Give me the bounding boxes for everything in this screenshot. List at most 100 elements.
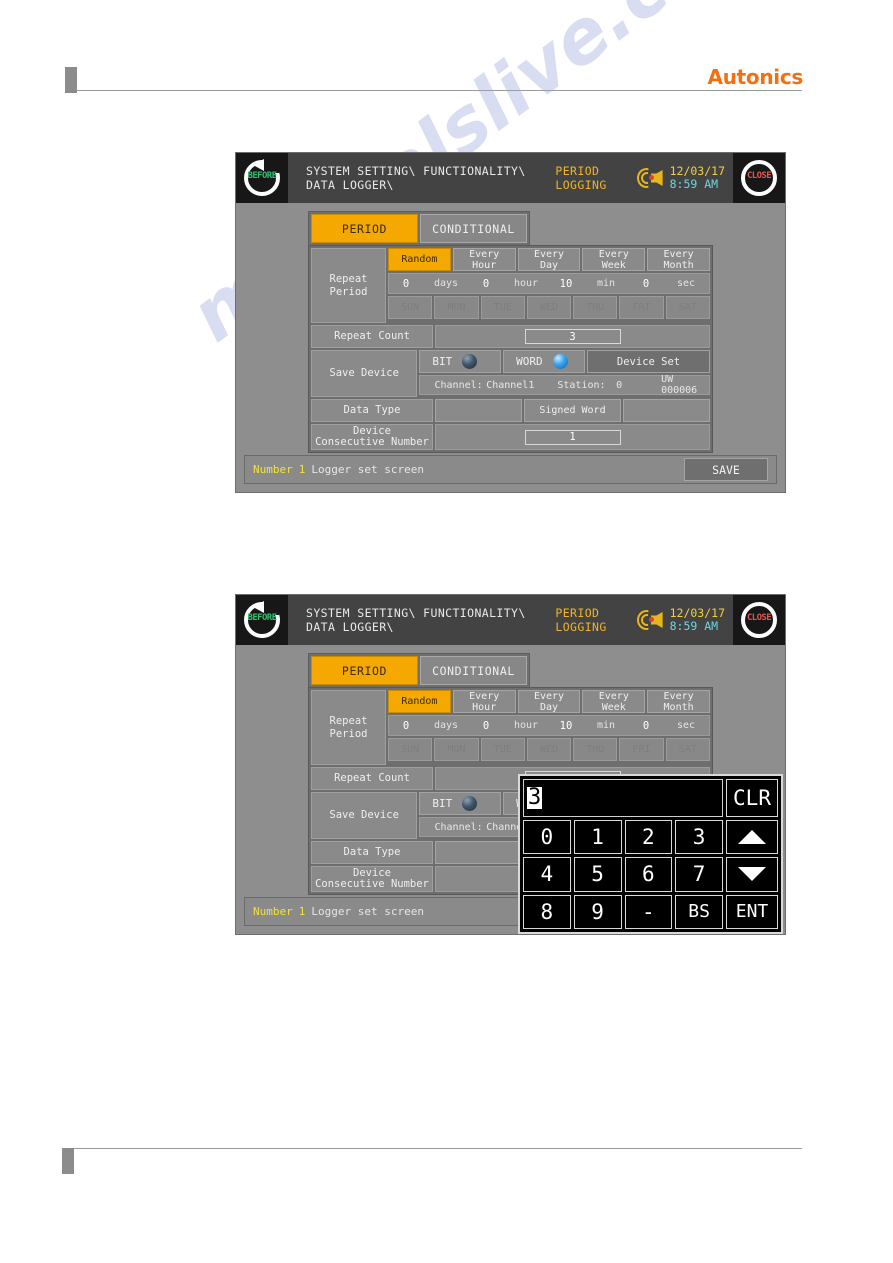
radio-bit-2[interactable]: BIT (419, 792, 502, 815)
mode-every-month[interactable]: Every Month (647, 248, 710, 271)
keypad-key-7[interactable]: 7 (675, 857, 723, 892)
channel-value: Channel1 (486, 379, 535, 391)
weekday-fri[interactable]: FRI (619, 296, 664, 319)
keypad-up-key[interactable] (726, 820, 778, 855)
keypad-key-3[interactable]: 3 (675, 820, 723, 855)
weekday-mon[interactable]: MON (434, 296, 479, 319)
tab-period-2[interactable]: PERIOD (311, 656, 418, 685)
buzzer-icon-2[interactable] (636, 609, 663, 631)
titlebar-right: 12/03/17 8:59 AM (636, 153, 733, 203)
breadcrumb-prefix-2: SYSTEM SETTING\ FUNCTIONALITY\ DATA LOGG… (306, 606, 526, 634)
weekday-wed[interactable]: WED (526, 296, 572, 319)
mode-tabs-2: PERIOD CONDITIONAL (308, 653, 530, 688)
data-type-label: Data Type (311, 399, 433, 422)
footer-rule (74, 1148, 802, 1149)
weekday-sun-2[interactable]: SUN (388, 738, 433, 761)
mode-every-hour-2[interactable]: Every Hour (452, 690, 516, 713)
repeat-count-value[interactable]: 3 (524, 329, 621, 344)
period-min-value[interactable]: 10 (549, 278, 583, 290)
close-button[interactable]: CLOSE (733, 153, 785, 203)
device-info: Channel: Channel1 Station: 0 UW 000006 (419, 374, 710, 396)
keypad-key-minus[interactable]: - (624, 894, 673, 929)
keypad-key-9[interactable]: 9 (573, 894, 622, 929)
tab-conditional[interactable]: CONDITIONAL (420, 214, 527, 243)
save-button[interactable]: SAVE (684, 458, 768, 481)
close-button-2[interactable]: CLOSE (733, 595, 785, 645)
weekday-sun[interactable]: SUN (388, 296, 433, 319)
weekday-buttons-2: SUN MON TUE WED THU FRI SAT (388, 738, 710, 761)
repeat-count-field[interactable]: 3 (435, 325, 710, 348)
hmi-body: PERIOD CONDITIONAL Repeat Period Random … (236, 203, 785, 492)
keypad-display-value: 3 (527, 785, 543, 810)
data-type-left-pad-2 (435, 841, 523, 864)
weekday-thu[interactable]: THU (573, 296, 618, 319)
repeat-period-values[interactable]: 0 days 0 hour 10 min 0 sec (388, 273, 710, 294)
keypad-key-8[interactable]: 8 (523, 894, 571, 929)
weekday-wed-2[interactable]: WED (526, 738, 572, 761)
mode-every-hour[interactable]: Every Hour (452, 248, 516, 271)
weekday-tue[interactable]: TUE (480, 296, 525, 319)
tab-conditional-2[interactable]: CONDITIONAL (420, 656, 527, 685)
keypad-key-4[interactable]: 4 (523, 857, 571, 892)
hmi-titlebar: BEFORE SYSTEM SETTING\ FUNCTIONALITY\ DA… (236, 153, 785, 203)
weekday-fri-2[interactable]: FRI (619, 738, 664, 761)
row-repeat-count: Repeat Count 3 (311, 325, 710, 348)
period-sec-value[interactable]: 0 (629, 278, 663, 290)
device-consecutive-number-value[interactable]: 1 (524, 429, 621, 445)
keypad-key-2[interactable]: 2 (624, 820, 673, 855)
hmi-screenshot-1: BEFORE SYSTEM SETTING\ FUNCTIONALITY\ DA… (235, 152, 786, 493)
keypad-row-1: 0 1 2 3 (523, 820, 778, 855)
mode-every-day-2[interactable]: Every Day (517, 690, 581, 713)
hmi-statusbar: Number 1 Logger set screen SAVE (244, 455, 777, 484)
keypad-down-key[interactable] (726, 857, 778, 892)
period-days-value-2[interactable]: 0 (389, 720, 423, 732)
mode-every-day[interactable]: Every Day (517, 248, 581, 271)
weekday-sat-2[interactable]: SAT (665, 738, 710, 761)
keypad-display[interactable]: 3 (523, 779, 723, 817)
weekday-sat[interactable]: SAT (665, 296, 710, 319)
keypad-backspace-key[interactable]: BS (675, 894, 723, 929)
clock-time: 8:59 AM (669, 177, 719, 191)
mode-every-month-2[interactable]: Every Month (647, 690, 710, 713)
period-sec-unit-2: sec (676, 720, 696, 731)
numeric-keypad[interactable]: 3 CLR 0 1 2 3 4 5 6 7 8 9 - BS ENT (518, 774, 783, 934)
weekday-thu-2[interactable]: THU (573, 738, 618, 761)
mode-random-2[interactable]: Random (388, 690, 451, 713)
radio-word[interactable]: WORD (503, 350, 586, 373)
repeat-period-values-2[interactable]: 0 days 0 hour 10 min 0 sec (388, 715, 710, 736)
keypad-key-6[interactable]: 6 (624, 857, 673, 892)
period-hour-value[interactable]: 0 (469, 278, 503, 290)
buzzer-icon[interactable] (636, 167, 663, 189)
tab-period[interactable]: PERIOD (311, 214, 418, 243)
mode-random[interactable]: Random (388, 248, 451, 271)
device-set-button[interactable]: Device Set (587, 350, 711, 373)
keypad-top-row: 3 CLR (523, 779, 778, 817)
footer-accent-bar (62, 1148, 74, 1174)
before-button-2[interactable]: BEFORE (236, 595, 288, 645)
before-button-label-2: BEFORE (247, 613, 278, 623)
repeat-period-label-2: Repeat Period (311, 690, 386, 765)
close-icon: CLOSE (739, 158, 779, 198)
weekday-tue-2[interactable]: TUE (480, 738, 525, 761)
period-min-value-2[interactable]: 10 (549, 720, 583, 732)
period-days-value[interactable]: 0 (389, 278, 423, 290)
clock: 12/03/17 8:59 AM (669, 164, 725, 191)
keypad-key-0[interactable]: 0 (523, 820, 571, 855)
period-hour-value-2[interactable]: 0 (469, 720, 503, 732)
keypad-key-1[interactable]: 1 (573, 820, 622, 855)
before-button[interactable]: BEFORE (236, 153, 288, 203)
mode-every-week[interactable]: Every Week (582, 248, 646, 271)
keypad-key-5[interactable]: 5 (573, 857, 622, 892)
period-sec-value-2[interactable]: 0 (629, 720, 663, 732)
mode-every-week-2[interactable]: Every Week (582, 690, 646, 713)
station-value: 0 (616, 379, 623, 391)
before-icon-2: BEFORE (242, 600, 282, 640)
data-type-value[interactable]: Signed Word (524, 399, 621, 422)
weekday-mon-2[interactable]: MON (434, 738, 479, 761)
clock-2: 12/03/17 8:59 AM (670, 606, 725, 633)
radio-bit[interactable]: BIT (419, 350, 502, 373)
device-consecutive-number-field[interactable]: 1 (435, 424, 710, 450)
keypad-enter-key[interactable]: ENT (726, 894, 778, 929)
period-days-unit: days (433, 278, 459, 289)
keypad-clear-key[interactable]: CLR (726, 779, 778, 817)
